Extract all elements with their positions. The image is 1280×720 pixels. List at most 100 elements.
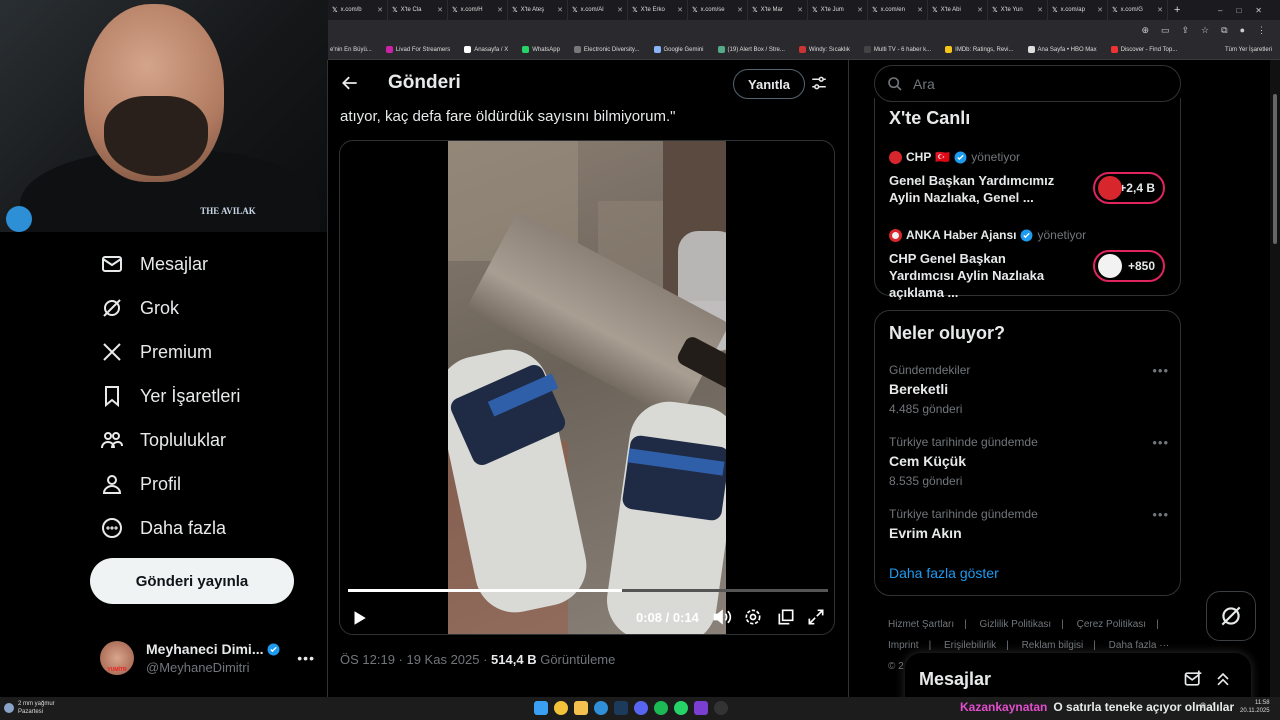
windows-start-icon[interactable] [534,701,548,715]
extensions-icon[interactable]: ⧉ [1221,25,1227,36]
bookmark-item[interactable]: WhatsApp [522,46,560,53]
fullscreen-icon[interactable] [806,607,826,627]
close-tab-icon[interactable]: ✕ [1157,6,1163,14]
close-tab-icon[interactable]: ✕ [917,6,923,14]
bookmark-item[interactable]: Livad For Streamers [385,46,450,53]
browser-tab[interactable]: 𝕏x.com/b ✕ [328,0,388,20]
close-tab-icon[interactable]: ✕ [617,6,623,14]
settings-sliders-icon[interactable] [810,74,828,92]
account-switcher[interactable]: YUMİTR Meyhaneci Dimi... @MeyhaneDimitri… [100,636,315,680]
close-tab-icon[interactable]: ✕ [497,6,503,14]
browser-tab[interactable]: 𝕏x.com/en ✕ [868,0,928,20]
page-scrollbar[interactable] [1270,60,1280,697]
bookmark-item[interactable]: (19) Alert Box / Stre... [717,46,785,53]
expand-up-icon[interactable] [1213,669,1233,689]
settings-gear-icon[interactable] [743,607,763,627]
close-tab-icon[interactable]: ✕ [377,6,383,14]
chrome-icon[interactable] [554,701,568,715]
sidebar-item-bookmarks[interactable]: Yer İşaretleri [100,384,240,408]
edge-icon[interactable] [594,701,608,715]
browser-tab[interactable]: 𝕏 X'te Abi ✕ [928,0,988,20]
trend-item[interactable]: Türkiye tarihinde gündemde Cem Küçük 8.5… [889,435,1169,488]
obs-icon[interactable] [714,701,728,715]
sidebar-item-grok[interactable]: Grok [100,296,179,320]
trend-item[interactable]: Gündemdekiler Bereketli 4.485 gönderi ••… [889,363,1169,416]
browser-tab[interactable]: 𝕏x.com/ap ✕ [1048,0,1108,20]
weather-widget[interactable]: 2 mm yağmur Pazartesi [4,700,55,716]
clock[interactable]: 11:58 20.11.2025 [1240,699,1270,715]
spotify-icon[interactable] [654,701,668,715]
grok-button[interactable] [1206,591,1256,641]
close-tab-icon[interactable]: ✕ [1097,6,1103,14]
volume-icon[interactable]: ◖ [1211,701,1215,709]
live-item[interactable]: ANKA Haber Ajansı yönetiyor CHP Genel Ba… [889,228,1169,301]
close-tab-icon[interactable]: ✕ [797,6,803,14]
browser-tab[interactable]: 𝕏 X'te Ateş ✕ [508,0,568,20]
volume-icon[interactable] [712,607,732,627]
footer-link[interactable]: Reklam bilgisi [1022,640,1084,651]
close-tab-icon[interactable]: ✕ [857,6,863,14]
bookmark-item[interactable]: e'nin En Büyü... [330,47,372,53]
window-controls[interactable]: –□✕ [1218,6,1280,15]
play-icon[interactable] [350,609,368,627]
sidebar-item-profile[interactable]: Profil [100,472,181,496]
search-input[interactable] [913,75,1133,92]
bookmark-item[interactable]: Discover - Find Top... [1110,46,1177,53]
picture-in-picture-icon[interactable] [776,607,796,627]
all-bookmarks[interactable]: Tüm Yer İşaretleri [1225,47,1280,53]
browser-tab[interactable]: 𝕏x.com/se ✕ [688,0,748,20]
steam-icon[interactable] [614,701,628,715]
live-listeners-pill[interactable]: +2,4 B [1093,172,1165,204]
live-listeners-pill[interactable]: +850 [1093,250,1165,282]
bookmark-item[interactable]: IMDb: Ratings, Revi... [945,46,1014,53]
video-player[interactable]: 0:08 / 0:14 [339,140,835,635]
live-item[interactable]: CHP 🇹🇷 yönetiyor Genel Başkan Yardımcımız… [889,150,1169,206]
network-icon[interactable]: ◍ [1200,701,1206,709]
close-tab-icon[interactable]: ✕ [737,6,743,14]
share-icon[interactable]: ⇪ [1182,25,1190,36]
files-icon[interactable] [574,701,588,715]
zoom-icon[interactable]: ⊕ [1141,25,1149,36]
bookmark-item[interactable]: Ana Sayfa • HBO Max [1027,46,1097,53]
browser-tab[interactable]: 𝕏 X'te Jum ✕ [808,0,868,20]
bookmark-item[interactable]: Electronic Diversity... [573,46,640,53]
sidebar-item-messages[interactable]: Mesajlar [100,252,208,276]
browser-tab[interactable]: 𝕏x.com/G ✕ [1108,0,1168,20]
browser-tab[interactable]: 𝕏x.com/Al ✕ [568,0,628,20]
bookmark-item[interactable]: Google Gemini [653,46,704,53]
close-tab-icon[interactable]: ✕ [437,6,443,14]
whatsapp-icon[interactable] [674,701,688,715]
star-icon[interactable]: ☆ [1201,25,1209,36]
sidebar-item-communities[interactable]: Topluluklar [100,428,226,452]
post-button[interactable]: Gönderi yayınla [90,558,294,604]
browser-tab[interactable]: 𝕏x.com/H ✕ [448,0,508,20]
browser-tab[interactable]: 𝕏 X'te Yun ✕ [988,0,1048,20]
show-more-link[interactable]: Daha fazla göster [889,565,999,581]
more-dots-icon[interactable]: ••• [1152,363,1169,378]
footer-link[interactable]: Imprint [888,640,919,651]
browser-tab[interactable]: 𝕏 X'te Mar ✕ [748,0,808,20]
app-icon[interactable] [694,701,708,715]
footer-link[interactable]: Hizmet Şartları [888,619,954,630]
sidebar-item-premium[interactable]: Premium [100,340,212,364]
more-dots-icon[interactable]: ••• [1152,435,1169,450]
video-progress-bar[interactable] [348,589,828,592]
reply-button[interactable]: Yanıtla [733,69,805,99]
close-tab-icon[interactable]: ✕ [677,6,683,14]
sidebar-item-more[interactable]: Daha fazla [100,516,226,540]
footer-link[interactable]: Gizlilik Politikası [980,619,1052,630]
discord-icon[interactable] [634,701,648,715]
footer-link[interactable]: Çerez Politikası [1077,619,1146,630]
close-tab-icon[interactable]: ✕ [557,6,563,14]
more-dots-icon[interactable]: ••• [297,650,315,666]
profile-avatar-icon[interactable]: ● [1240,25,1245,35]
new-message-icon[interactable] [1183,669,1203,689]
close-tab-icon[interactable]: ✕ [1037,6,1043,14]
bookmark-item[interactable]: Anasayfa / X [464,46,508,53]
trend-item[interactable]: Türkiye tarihinde gündemde Evrim Akın ••… [889,507,1169,541]
install-icon[interactable]: ▭ [1161,25,1170,36]
scrollbar-thumb[interactable] [1273,94,1277,244]
footer-link[interactable]: Daha fazla ··· [1109,640,1170,651]
bookmark-item[interactable]: Windy: Sıcaklık [798,46,850,53]
new-tab-icon[interactable]: + [1174,4,1180,16]
